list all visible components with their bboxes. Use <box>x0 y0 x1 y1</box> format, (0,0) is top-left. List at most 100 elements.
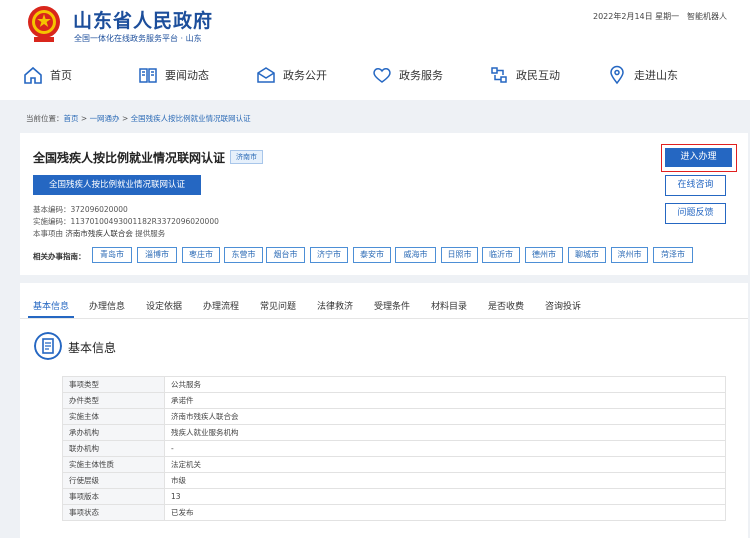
current-date: 2022年2月14日 星期一 <box>593 12 680 21</box>
feedback-button[interactable]: 问题反馈 <box>665 203 726 224</box>
related-city-button[interactable]: 泰安市 <box>353 247 391 263</box>
tab-item[interactable]: 是否收费 <box>488 299 524 312</box>
heart-icon <box>373 68 391 83</box>
nav-home-label: 首页 <box>50 69 72 82</box>
enter-button-highlight: 进入办理 <box>661 144 737 172</box>
breadcrumb-sep: > <box>119 114 131 123</box>
tab-item[interactable]: 咨询投诉 <box>545 299 581 312</box>
table-row: 办件类型 承诺件 <box>62 392 726 409</box>
related-city-button[interactable]: 日照市 <box>441 247 478 263</box>
row-value: 公共服务 <box>164 376 726 393</box>
provider-prefix: 本事项由 <box>33 229 63 238</box>
row-key: 实施主体性质 <box>62 456 165 473</box>
related-city-button[interactable]: 聊城市 <box>568 247 606 263</box>
related-city-button[interactable]: 滨州市 <box>611 247 648 263</box>
breadcrumb-home[interactable]: 首页 <box>64 114 79 123</box>
detail-panel: 基本信息 办理信息 设定依据 办理流程 常见问题 法律救济 受理条件 材料目录 是否收费 咨询投诉… <box>20 283 748 538</box>
location-icon <box>610 65 624 85</box>
site-subtitle: 全国一体化在线政务服务平台 · 山东 <box>74 34 202 43</box>
site-header: 山东省人民政府 全国一体化在线政务服务平台 · 山东 2022年2月14日 星期… <box>0 0 750 100</box>
section-title: 基本信息 <box>68 341 117 355</box>
related-city-button[interactable]: 东营市 <box>224 247 263 263</box>
related-city-button[interactable]: 青岛市 <box>92 247 132 263</box>
tab-item[interactable]: 设定依据 <box>146 299 182 312</box>
tab-item[interactable]: 基本信息 <box>33 299 69 312</box>
related-city-button[interactable]: 菏泽市 <box>653 247 693 263</box>
nav-gov-open-label: 政务公开 <box>283 69 327 82</box>
nav-about-label: 走进山东 <box>634 69 678 82</box>
exchange-icon <box>491 67 507 83</box>
clipboard-icon <box>34 332 62 360</box>
row-key: 行使层级 <box>62 472 165 489</box>
related-city-button[interactable]: 临沂市 <box>482 247 520 263</box>
row-key: 联办机构 <box>62 440 165 457</box>
table-row: 事项类型 公共服务 <box>62 376 726 393</box>
table-row: 事项版本 13 <box>62 488 726 505</box>
service-name-button[interactable]: 全国残疾人按比例就业情况联网认证 <box>33 175 201 195</box>
city-tag: 济南市 <box>230 150 263 164</box>
nav-interaction[interactable]: 政民互动 <box>488 62 560 88</box>
nav-gov-service-label: 政务服务 <box>399 69 443 82</box>
row-key: 办件类型 <box>62 392 165 409</box>
active-tab-indicator <box>28 316 74 318</box>
table-row: 行使层级 市级 <box>62 472 726 489</box>
nav-news[interactable]: 要闻动态 <box>137 62 209 88</box>
table-row: 承办机构 残疾人就业服务机构 <box>62 424 726 441</box>
enter-button[interactable]: 进入办理 <box>665 148 732 167</box>
national-emblem-icon <box>28 6 60 42</box>
row-value: - <box>164 440 726 457</box>
table-row: 实施主体 济南市残疾人联合会 <box>62 408 726 425</box>
home-icon <box>24 66 42 84</box>
breadcrumb: 当前位置：首页 > 一网通办 > 全国残疾人按比例就业情况联网认证 <box>26 113 251 124</box>
related-city-button[interactable]: 枣庄市 <box>182 247 220 263</box>
nav-gov-open[interactable]: 政务公开 <box>255 62 327 88</box>
nav-gov-service[interactable]: 政务服务 <box>371 62 443 88</box>
tab-item[interactable]: 受理条件 <box>374 299 410 312</box>
breadcrumb-sep: > <box>78 114 90 123</box>
provider-name: 济南市残疾人联合会 <box>65 229 133 238</box>
row-key: 事项类型 <box>62 376 165 393</box>
nav-news-label: 要闻动态 <box>165 69 209 82</box>
book-icon <box>139 68 157 83</box>
related-city-button[interactable]: 济宁市 <box>310 247 348 263</box>
provider-suffix: 提供服务 <box>135 229 166 238</box>
tab-item[interactable]: 办理流程 <box>203 299 239 312</box>
impl-code: 实施编码：11370100493001182R3372096020000 <box>33 217 219 226</box>
related-city-button[interactable]: 烟台市 <box>266 247 305 263</box>
row-value: 承诺件 <box>164 392 726 409</box>
row-value: 法定机关 <box>164 456 726 473</box>
row-value: 已发布 <box>164 504 726 521</box>
nav-interaction-label: 政民互动 <box>516 69 560 82</box>
service-card: 全国残疾人按比例就业情况联网认证 济南市 全国残疾人按比例就业情况联网认证 基本… <box>20 133 748 275</box>
tab-item[interactable]: 常见问题 <box>260 299 296 312</box>
table-row: 实施主体性质 法定机关 <box>62 456 726 473</box>
row-value: 13 <box>164 488 726 505</box>
site-title[interactable]: 山东省人民政府 <box>73 6 213 33</box>
main-nav: 首页 要闻动态 政务公开 政务服务 政民互动 走进山东 <box>0 58 750 92</box>
related-city-button[interactable]: 淄博市 <box>137 247 177 263</box>
tab-item[interactable]: 材料目录 <box>431 299 467 312</box>
related-city-button[interactable]: 德州市 <box>525 247 563 263</box>
provider-line: 本事项由 济南市残疾人联合会 提供服务 <box>33 228 165 239</box>
breadcrumb-onestop[interactable]: 一网通办 <box>90 114 120 123</box>
related-guides-label: 相关办事指南： <box>33 252 86 261</box>
table-row: 事项状态 已发布 <box>62 504 726 521</box>
tab-item[interactable]: 办理信息 <box>89 299 125 312</box>
nav-about[interactable]: 走进山东 <box>606 62 678 88</box>
nav-home[interactable]: 首页 <box>22 62 72 88</box>
row-value: 济南市残疾人联合会 <box>164 408 726 425</box>
table-row: 联办机构 - <box>62 440 726 457</box>
detail-tabs: 基本信息 办理信息 设定依据 办理流程 常见问题 法律救济 受理条件 材料目录 是否收费 咨询投诉 <box>20 283 748 319</box>
related-city-button[interactable]: 威海市 <box>395 247 436 263</box>
basic-info-table: 事项类型 公共服务 办件类型 承诺件 实施主体 济南市残疾人联合会 承办机构 残疾人就业服务机… <box>62 376 726 521</box>
tab-item[interactable]: 法律救济 <box>317 299 353 312</box>
breadcrumb-current[interactable]: 全国残疾人按比例就业情况联网认证 <box>131 114 251 123</box>
consult-button[interactable]: 在线咨询 <box>665 175 726 196</box>
breadcrumb-prefix: 当前位置： <box>26 114 64 123</box>
service-title: 全国残疾人按比例就业情况联网认证 <box>33 151 226 165</box>
row-key: 事项版本 <box>62 488 165 505</box>
row-key: 实施主体 <box>62 408 165 425</box>
smart-robot-link[interactable]: 智能机器人 <box>687 11 727 22</box>
basic-code: 基本编码：372096020000 <box>33 205 128 214</box>
row-key: 事项状态 <box>62 504 165 521</box>
